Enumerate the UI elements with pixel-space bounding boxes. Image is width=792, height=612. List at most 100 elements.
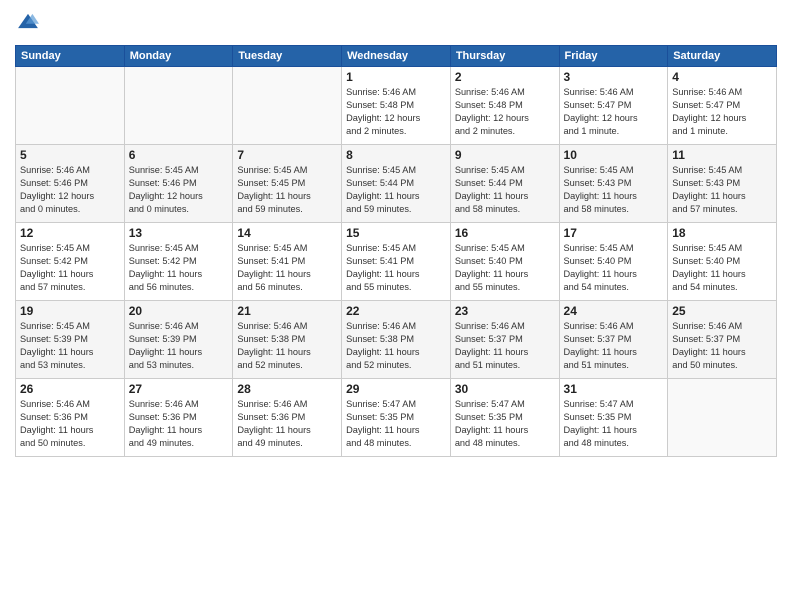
day-info: Sunrise: 5:47 AM Sunset: 5:35 PM Dayligh… — [564, 398, 664, 450]
day-info: Sunrise: 5:46 AM Sunset: 5:37 PM Dayligh… — [672, 320, 772, 372]
day-info: Sunrise: 5:45 AM Sunset: 5:42 PM Dayligh… — [129, 242, 229, 294]
calendar-body: 1 Sunrise: 5:46 AM Sunset: 5:48 PM Daylig… — [16, 67, 777, 457]
day-number: 19 — [20, 304, 120, 318]
day-number: 22 — [346, 304, 446, 318]
day-info: Sunrise: 5:45 AM Sunset: 5:44 PM Dayligh… — [346, 164, 446, 216]
day-info: Sunrise: 5:45 AM Sunset: 5:43 PM Dayligh… — [672, 164, 772, 216]
day-header-wednesday: Wednesday — [342, 46, 451, 67]
calendar-cell: 17 Sunrise: 5:45 AM Sunset: 5:40 PM Dayli… — [559, 223, 668, 301]
day-info: Sunrise: 5:46 AM Sunset: 5:37 PM Dayligh… — [455, 320, 555, 372]
day-number: 1 — [346, 70, 446, 84]
calendar-cell — [233, 67, 342, 145]
calendar-cell: 5 Sunrise: 5:46 AM Sunset: 5:46 PM Daylig… — [16, 145, 125, 223]
calendar-cell: 30 Sunrise: 5:47 AM Sunset: 5:35 PM Dayli… — [450, 379, 559, 457]
week-row: 19 Sunrise: 5:45 AM Sunset: 5:39 PM Dayli… — [16, 301, 777, 379]
day-info: Sunrise: 5:46 AM Sunset: 5:36 PM Dayligh… — [20, 398, 120, 450]
day-number: 21 — [237, 304, 337, 318]
day-number: 23 — [455, 304, 555, 318]
header-row: SundayMondayTuesdayWednesdayThursdayFrid… — [16, 46, 777, 67]
calendar-cell — [16, 67, 125, 145]
day-number: 5 — [20, 148, 120, 162]
week-row: 26 Sunrise: 5:46 AM Sunset: 5:36 PM Dayli… — [16, 379, 777, 457]
calendar-cell: 21 Sunrise: 5:46 AM Sunset: 5:38 PM Dayli… — [233, 301, 342, 379]
day-info: Sunrise: 5:45 AM Sunset: 5:41 PM Dayligh… — [346, 242, 446, 294]
day-info: Sunrise: 5:46 AM Sunset: 5:36 PM Dayligh… — [129, 398, 229, 450]
day-info: Sunrise: 5:46 AM Sunset: 5:38 PM Dayligh… — [346, 320, 446, 372]
calendar-cell: 16Sunrise: 5:45 AM Sunset: 5:40 PM Dayli… — [450, 223, 559, 301]
calendar-cell: 28 Sunrise: 5:46 AM Sunset: 5:36 PM Dayli… — [233, 379, 342, 457]
day-number: 8 — [346, 148, 446, 162]
day-number: 3 — [564, 70, 664, 84]
day-number: 9 — [455, 148, 555, 162]
day-info: Sunrise: 5:46 AM Sunset: 5:37 PM Dayligh… — [564, 320, 664, 372]
day-header-thursday: Thursday — [450, 46, 559, 67]
calendar-cell: 25 Sunrise: 5:46 AM Sunset: 5:37 PM Dayli… — [668, 301, 777, 379]
day-number: 30 — [455, 382, 555, 396]
day-number: 28 — [237, 382, 337, 396]
calendar-cell: 26 Sunrise: 5:46 AM Sunset: 5:36 PM Dayli… — [16, 379, 125, 457]
day-number: 2 — [455, 70, 555, 84]
day-header-monday: Monday — [124, 46, 233, 67]
calendar-cell: 14Sunrise: 5:45 AM Sunset: 5:41 PM Dayli… — [233, 223, 342, 301]
calendar-cell: 2 Sunrise: 5:46 AM Sunset: 5:48 PM Daylig… — [450, 67, 559, 145]
calendar-cell: 29Sunrise: 5:47 AM Sunset: 5:35 PM Dayli… — [342, 379, 451, 457]
day-number: 12 — [20, 226, 120, 240]
day-number: 18 — [672, 226, 772, 240]
calendar-cell: 18Sunrise: 5:45 AM Sunset: 5:40 PM Dayli… — [668, 223, 777, 301]
day-number: 17 — [564, 226, 664, 240]
logo-icon — [17, 10, 39, 32]
day-number: 31 — [564, 382, 664, 396]
day-number: 20 — [129, 304, 229, 318]
calendar-cell: 4Sunrise: 5:46 AM Sunset: 5:47 PM Daylig… — [668, 67, 777, 145]
calendar-cell: 7Sunrise: 5:45 AM Sunset: 5:45 PM Daylig… — [233, 145, 342, 223]
calendar-header: SundayMondayTuesdayWednesdayThursdayFrid… — [16, 46, 777, 67]
day-info: Sunrise: 5:45 AM Sunset: 5:39 PM Dayligh… — [20, 320, 120, 372]
calendar-cell: 23 Sunrise: 5:46 AM Sunset: 5:37 PM Dayli… — [450, 301, 559, 379]
calendar-cell: 1 Sunrise: 5:46 AM Sunset: 5:48 PM Daylig… — [342, 67, 451, 145]
day-info: Sunrise: 5:45 AM Sunset: 5:43 PM Dayligh… — [564, 164, 664, 216]
day-info: Sunrise: 5:46 AM Sunset: 5:47 PM Dayligh… — [564, 86, 664, 138]
calendar-cell: 31 Sunrise: 5:47 AM Sunset: 5:35 PM Dayli… — [559, 379, 668, 457]
calendar-cell: 22 Sunrise: 5:46 AM Sunset: 5:38 PM Dayli… — [342, 301, 451, 379]
day-info: Sunrise: 5:46 AM Sunset: 5:48 PM Dayligh… — [346, 86, 446, 138]
day-number: 10 — [564, 148, 664, 162]
day-info: Sunrise: 5:46 AM Sunset: 5:36 PM Dayligh… — [237, 398, 337, 450]
day-info: Sunrise: 5:45 AM Sunset: 5:42 PM Dayligh… — [20, 242, 120, 294]
calendar-cell: 15 Sunrise: 5:45 AM Sunset: 5:41 PM Dayli… — [342, 223, 451, 301]
calendar-cell: 11Sunrise: 5:45 AM Sunset: 5:43 PM Dayli… — [668, 145, 777, 223]
day-info: Sunrise: 5:46 AM Sunset: 5:46 PM Dayligh… — [20, 164, 120, 216]
calendar-cell — [668, 379, 777, 457]
calendar-cell: 3 Sunrise: 5:46 AM Sunset: 5:47 PM Daylig… — [559, 67, 668, 145]
day-number: 7 — [237, 148, 337, 162]
day-number: 24 — [564, 304, 664, 318]
calendar-cell: 6 Sunrise: 5:45 AM Sunset: 5:46 PM Daylig… — [124, 145, 233, 223]
calendar-cell: 27Sunrise: 5:46 AM Sunset: 5:36 PM Dayli… — [124, 379, 233, 457]
calendar-cell — [124, 67, 233, 145]
calendar-cell: 20 Sunrise: 5:46 AM Sunset: 5:39 PM Dayli… — [124, 301, 233, 379]
day-header-friday: Friday — [559, 46, 668, 67]
calendar-cell: 8 Sunrise: 5:45 AM Sunset: 5:44 PM Daylig… — [342, 145, 451, 223]
calendar-cell: 19 Sunrise: 5:45 AM Sunset: 5:39 PM Dayli… — [16, 301, 125, 379]
day-info: Sunrise: 5:46 AM Sunset: 5:48 PM Dayligh… — [455, 86, 555, 138]
day-info: Sunrise: 5:46 AM Sunset: 5:47 PM Dayligh… — [672, 86, 772, 138]
calendar-cell: 13 Sunrise: 5:45 AM Sunset: 5:42 PM Dayli… — [124, 223, 233, 301]
day-number: 25 — [672, 304, 772, 318]
day-number: 26 — [20, 382, 120, 396]
day-info: Sunrise: 5:46 AM Sunset: 5:39 PM Dayligh… — [129, 320, 229, 372]
day-info: Sunrise: 5:46 AM Sunset: 5:38 PM Dayligh… — [237, 320, 337, 372]
week-row: 5 Sunrise: 5:46 AM Sunset: 5:46 PM Daylig… — [16, 145, 777, 223]
day-info: Sunrise: 5:47 AM Sunset: 5:35 PM Dayligh… — [346, 398, 446, 450]
day-header-saturday: Saturday — [668, 46, 777, 67]
day-number: 16 — [455, 226, 555, 240]
day-info: Sunrise: 5:45 AM Sunset: 5:46 PM Dayligh… — [129, 164, 229, 216]
day-number: 13 — [129, 226, 229, 240]
day-info: Sunrise: 5:45 AM Sunset: 5:40 PM Dayligh… — [564, 242, 664, 294]
day-number: 6 — [129, 148, 229, 162]
calendar-table: SundayMondayTuesdayWednesdayThursdayFrid… — [15, 45, 777, 457]
day-number: 15 — [346, 226, 446, 240]
day-header-tuesday: Tuesday — [233, 46, 342, 67]
day-info: Sunrise: 5:45 AM Sunset: 5:41 PM Dayligh… — [237, 242, 337, 294]
day-info: Sunrise: 5:45 AM Sunset: 5:44 PM Dayligh… — [455, 164, 555, 216]
day-info: Sunrise: 5:47 AM Sunset: 5:35 PM Dayligh… — [455, 398, 555, 450]
day-header-sunday: Sunday — [16, 46, 125, 67]
